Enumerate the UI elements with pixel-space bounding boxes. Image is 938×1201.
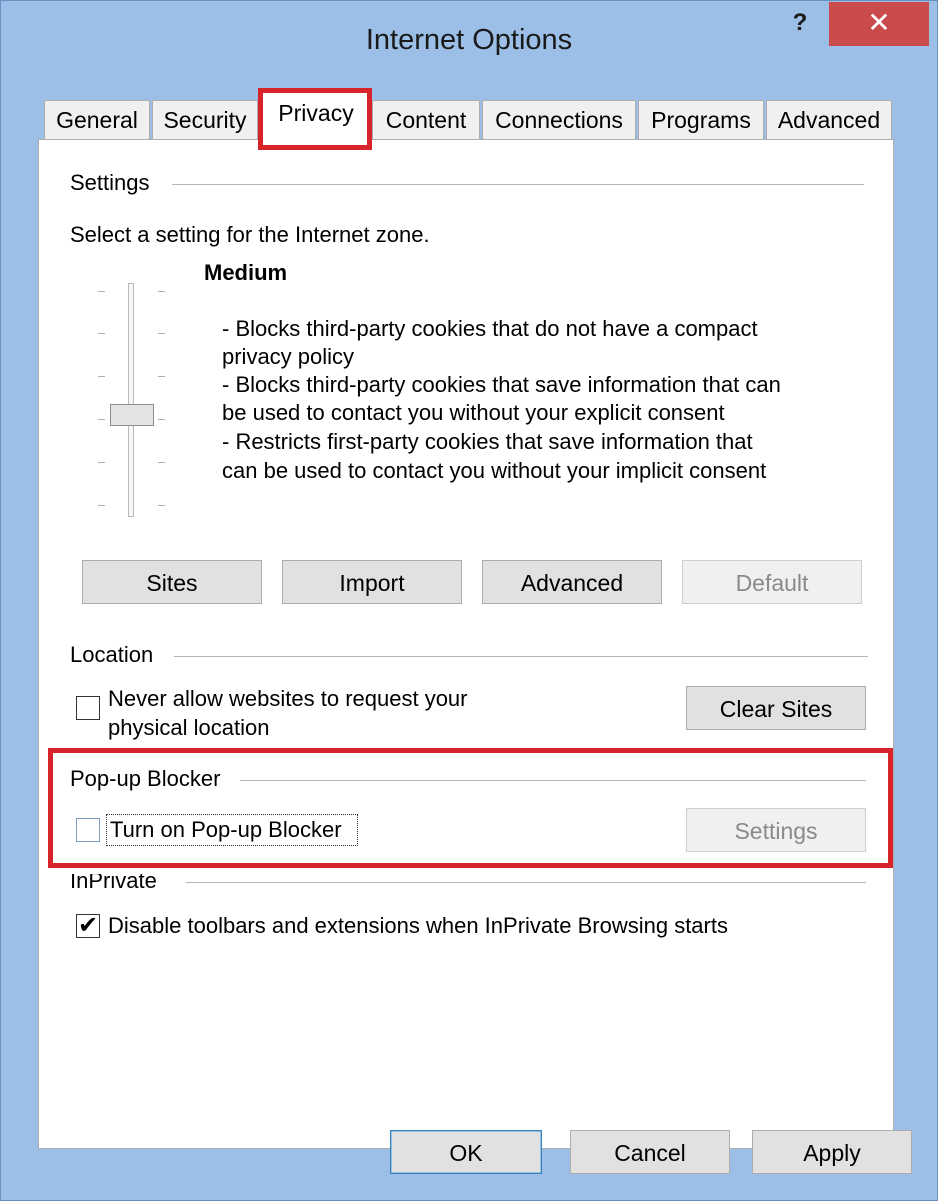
default-button[interactable]: Default [682, 560, 862, 604]
inprivate-checkbox[interactable]: ✔ [76, 912, 100, 939]
slider-thumb[interactable] [110, 404, 154, 426]
help-button[interactable]: ? [780, 6, 820, 40]
location-checkbox[interactable] [76, 696, 100, 720]
inprivate-checkbox-label: Disable toolbars and extensions when InP… [108, 913, 728, 938]
description-line: - Blocks third-party cookies that save i… [222, 372, 781, 397]
slider-track [128, 283, 134, 517]
tab-security[interactable]: Security [152, 100, 258, 139]
zone-prompt: Select a setting for the Internet zone. [70, 222, 430, 247]
slider-tick [158, 505, 165, 506]
slider-tick [98, 376, 105, 377]
advanced-button[interactable]: Advanced [482, 560, 662, 604]
clear-sites-button[interactable]: Clear Sites [686, 686, 866, 730]
settings-group-label: Settings [70, 170, 158, 196]
slider-tick [98, 291, 105, 292]
help-icon: ? [792, 9, 808, 36]
tab-programs[interactable]: Programs [638, 100, 764, 139]
slider-tick [98, 505, 105, 506]
slider-tick [158, 291, 165, 292]
tab-general[interactable]: General [44, 100, 150, 139]
cancel-button[interactable]: Cancel [570, 1130, 730, 1174]
description-line: privacy policy [222, 344, 355, 369]
checkmark-icon: ✔ [78, 912, 99, 939]
apply-button[interactable]: Apply [752, 1130, 912, 1174]
location-group-line [174, 656, 868, 657]
inprivate-group-line [186, 882, 866, 883]
privacy-level-name: Medium [204, 260, 288, 285]
description-line: be used to contact you without your expl… [222, 400, 725, 425]
description-line: can be used to contact you without your … [222, 458, 767, 483]
popup-blocker-highlight [48, 748, 893, 868]
slider-tick [158, 419, 165, 420]
tab-advanced[interactable]: Advanced [766, 100, 892, 139]
location-checkbox-label: physical location [108, 715, 270, 740]
ok-button[interactable]: OK [390, 1130, 542, 1174]
description-line: - Blocks third-party cookies that do not… [222, 316, 758, 341]
tab-connections[interactable]: Connections [482, 100, 636, 139]
privacy-panel [38, 139, 894, 1149]
slider-tick [158, 462, 165, 463]
description-line: - Restricts first-party cookies that sav… [222, 429, 753, 454]
close-button[interactable]: ✕ [829, 2, 929, 46]
sites-button[interactable]: Sites [82, 560, 262, 604]
privacy-tab-highlight [258, 88, 372, 150]
slider-tick [98, 419, 105, 420]
tab-content[interactable]: Content [372, 100, 480, 139]
slider-tick [98, 462, 105, 463]
close-icon: ✕ [867, 7, 891, 38]
slider-tick [158, 333, 165, 334]
slider-tick [98, 333, 105, 334]
location-checkbox-label: Never allow websites to request your [108, 686, 468, 711]
location-group-label: Location [70, 642, 162, 668]
slider-tick [158, 376, 165, 377]
settings-group-line [172, 184, 864, 185]
import-button[interactable]: Import [282, 560, 462, 604]
